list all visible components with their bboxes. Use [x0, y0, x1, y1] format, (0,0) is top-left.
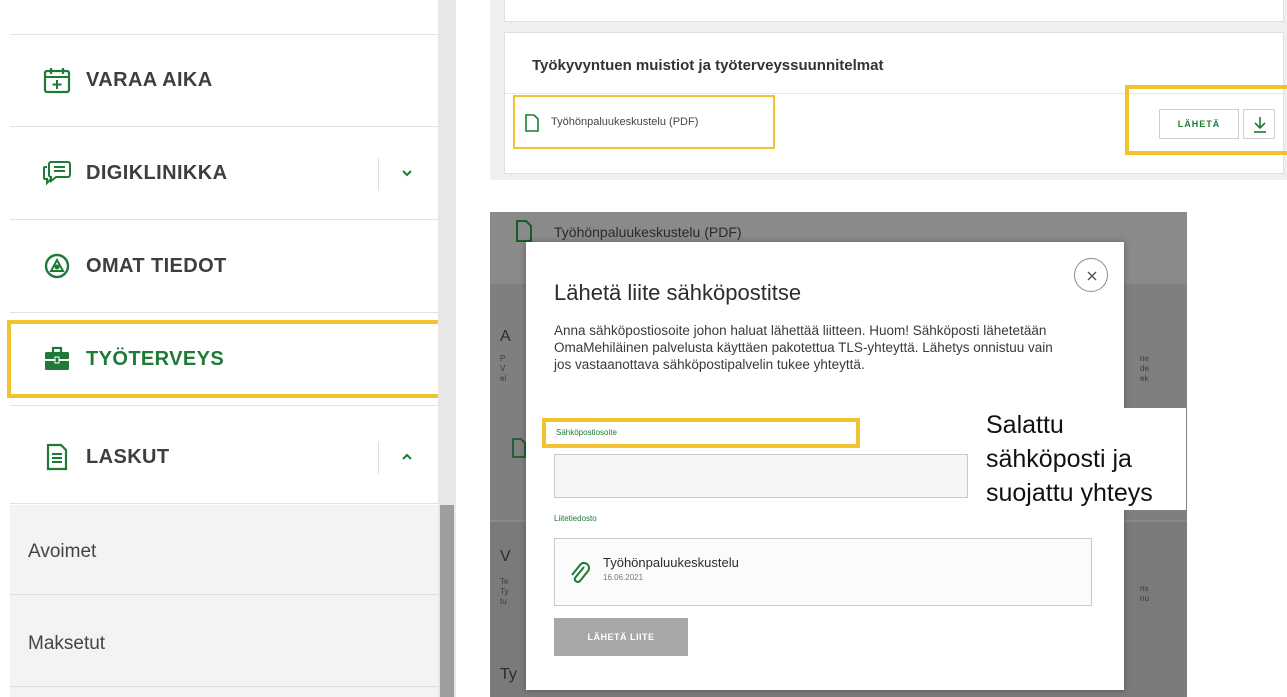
- chevron-up-icon[interactable]: [394, 444, 420, 470]
- highlight-frame-nav: [7, 320, 455, 398]
- divider: [378, 158, 379, 190]
- annotation-text: Salattu sähköposti ja suojattu yhteys: [986, 408, 1186, 510]
- submenu-item-maksetut[interactable]: Maksetut: [10, 597, 438, 687]
- documents-card-area: Työkyvyntuen muistiot ja työterveyssuunn…: [490, 0, 1287, 180]
- submenu-item-label: Maksetut: [28, 633, 106, 654]
- previous-card-edge: [504, 0, 1284, 22]
- background-fragment: Te Ty tu: [500, 577, 509, 606]
- scrollbar-thumb[interactable]: [440, 505, 454, 697]
- document-icon: [512, 438, 526, 458]
- document-icon: [516, 220, 532, 242]
- sidebar-item-label: LASKUT: [86, 446, 170, 468]
- paperclip-icon: [571, 562, 590, 583]
- card-title: Työkyvyntuen muistiot ja työterveyssuunn…: [532, 57, 884, 74]
- background-fragment: V: [500, 548, 511, 565]
- person-circle-icon: [44, 253, 70, 279]
- divider: [378, 442, 379, 474]
- sidebar-item-laskut[interactable]: LASKUT: [10, 412, 438, 504]
- document-link[interactable]: Työhönpaluukeskustelu (PDF): [513, 95, 775, 149]
- sidebar-item-label: OMAT TIEDOT: [86, 255, 227, 277]
- attachment-label: Liitetiedosto: [554, 514, 597, 523]
- background-fragment: Ty: [500, 666, 517, 683]
- annotation-line: Salattu: [986, 411, 1064, 439]
- close-icon: [1087, 271, 1097, 281]
- attachment-box: Työhönpaluukeskustelu 16.06.2021: [554, 538, 1092, 606]
- chat-bubbles-icon: [43, 161, 71, 186]
- calendar-plus-icon: [43, 68, 71, 94]
- submenu-item-label: Avoimet: [28, 541, 97, 562]
- submenu-item-avoimet[interactable]: Avoimet: [10, 505, 438, 595]
- highlight-frame-email-label: Sähköpostiosoite: [542, 418, 860, 448]
- download-button[interactable]: [1243, 109, 1275, 139]
- highlight-frame-actions: LÄHETÄ: [1125, 85, 1287, 155]
- email-field-label: Sähköpostiosoite: [556, 428, 617, 437]
- background-fragment: ns nu: [1140, 584, 1149, 603]
- sidebar-item-varaa-aika[interactable]: VARAA AIKA: [10, 35, 438, 127]
- download-icon: [1254, 117, 1266, 133]
- attachment-date: 16.06.2021: [603, 573, 644, 582]
- background-document-name: Työhönpaluukeskustelu (PDF): [554, 224, 742, 240]
- sidebar-item-label: VARAA AIKA: [86, 69, 213, 91]
- background-fragment: A: [500, 328, 511, 345]
- document-name: Työhönpaluukeskustelu (PDF): [551, 116, 699, 128]
- dialog-description: Anna sähköpostiosoite johon haluat lähet…: [554, 323, 1053, 372]
- annotation-line: sähköposti ja: [986, 445, 1132, 473]
- dialog-title: Lähetä liite sähköpostitse: [554, 280, 802, 305]
- background-fragment: ne de ek: [1140, 354, 1149, 383]
- close-button[interactable]: [1074, 258, 1108, 292]
- document-icon: [525, 114, 539, 132]
- sidebar-item-digiklinikka[interactable]: DIGIKLINIKKA: [10, 128, 438, 220]
- sidebar-item-label: DIGIKLINIKKA: [86, 162, 228, 184]
- send-button[interactable]: LÄHETÄ: [1159, 109, 1239, 139]
- sidebar-item-omat-tiedot[interactable]: OMAT TIEDOT: [10, 221, 438, 313]
- invoice-icon: [46, 443, 68, 471]
- laskut-submenu: Avoimet Maksetut: [10, 505, 438, 697]
- email-field[interactable]: [554, 454, 968, 498]
- send-attachment-button[interactable]: LÄHETÄ LIITE: [554, 618, 688, 656]
- background-fragment: P Vel: [500, 354, 507, 383]
- attachment-name: Työhönpaluukeskustelu: [603, 555, 739, 570]
- chevron-down-icon[interactable]: [394, 160, 420, 186]
- documents-card: Työkyvyntuen muistiot ja työterveyssuunn…: [504, 32, 1287, 174]
- annotation-line: suojattu yhteys: [986, 479, 1153, 507]
